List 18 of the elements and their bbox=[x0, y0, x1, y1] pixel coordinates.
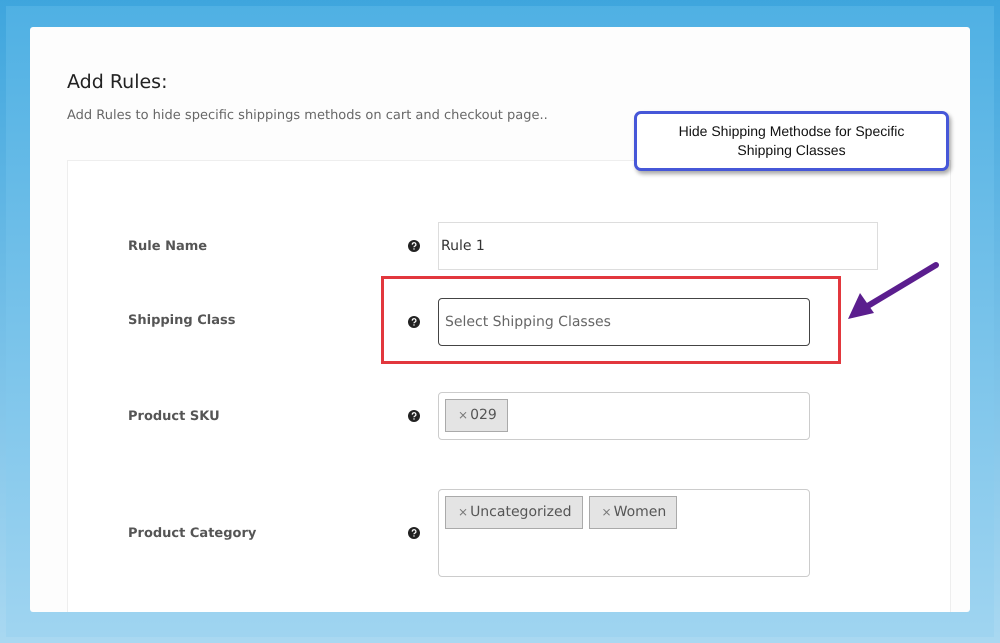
callout-annotation: Hide Shipping Methodse for Specific Shipping Classes bbox=[634, 111, 949, 171]
tag-chip[interactable]: ×Women bbox=[588, 496, 678, 530]
help-icon[interactable] bbox=[408, 527, 420, 540]
select-field[interactable]: Select Shipping Classes bbox=[438, 298, 810, 346]
text-field[interactable]: Rule 1 bbox=[438, 222, 878, 270]
help-icon[interactable] bbox=[408, 410, 420, 422]
section-description: Add Rules to hide specific shippings methods on cart and checkout page.. bbox=[67, 106, 549, 125]
help-icon[interactable] bbox=[408, 316, 420, 328]
field-label: Rule Name bbox=[128, 238, 208, 256]
section-heading: Add Rules: bbox=[67, 71, 168, 94]
field-label: Product SKU bbox=[128, 408, 221, 426]
tag-select-field[interactable]: ×029 bbox=[438, 392, 810, 440]
help-icon[interactable] bbox=[408, 240, 420, 252]
tag-select-field[interactable]: ×Uncategorized ×Women bbox=[438, 489, 810, 578]
field-label: Product Category bbox=[128, 524, 258, 543]
tag-chip[interactable]: ×Uncategorized bbox=[445, 496, 583, 530]
field-label: Shipping Class bbox=[128, 312, 236, 330]
tag-chip[interactable]: ×029 bbox=[445, 399, 508, 432]
